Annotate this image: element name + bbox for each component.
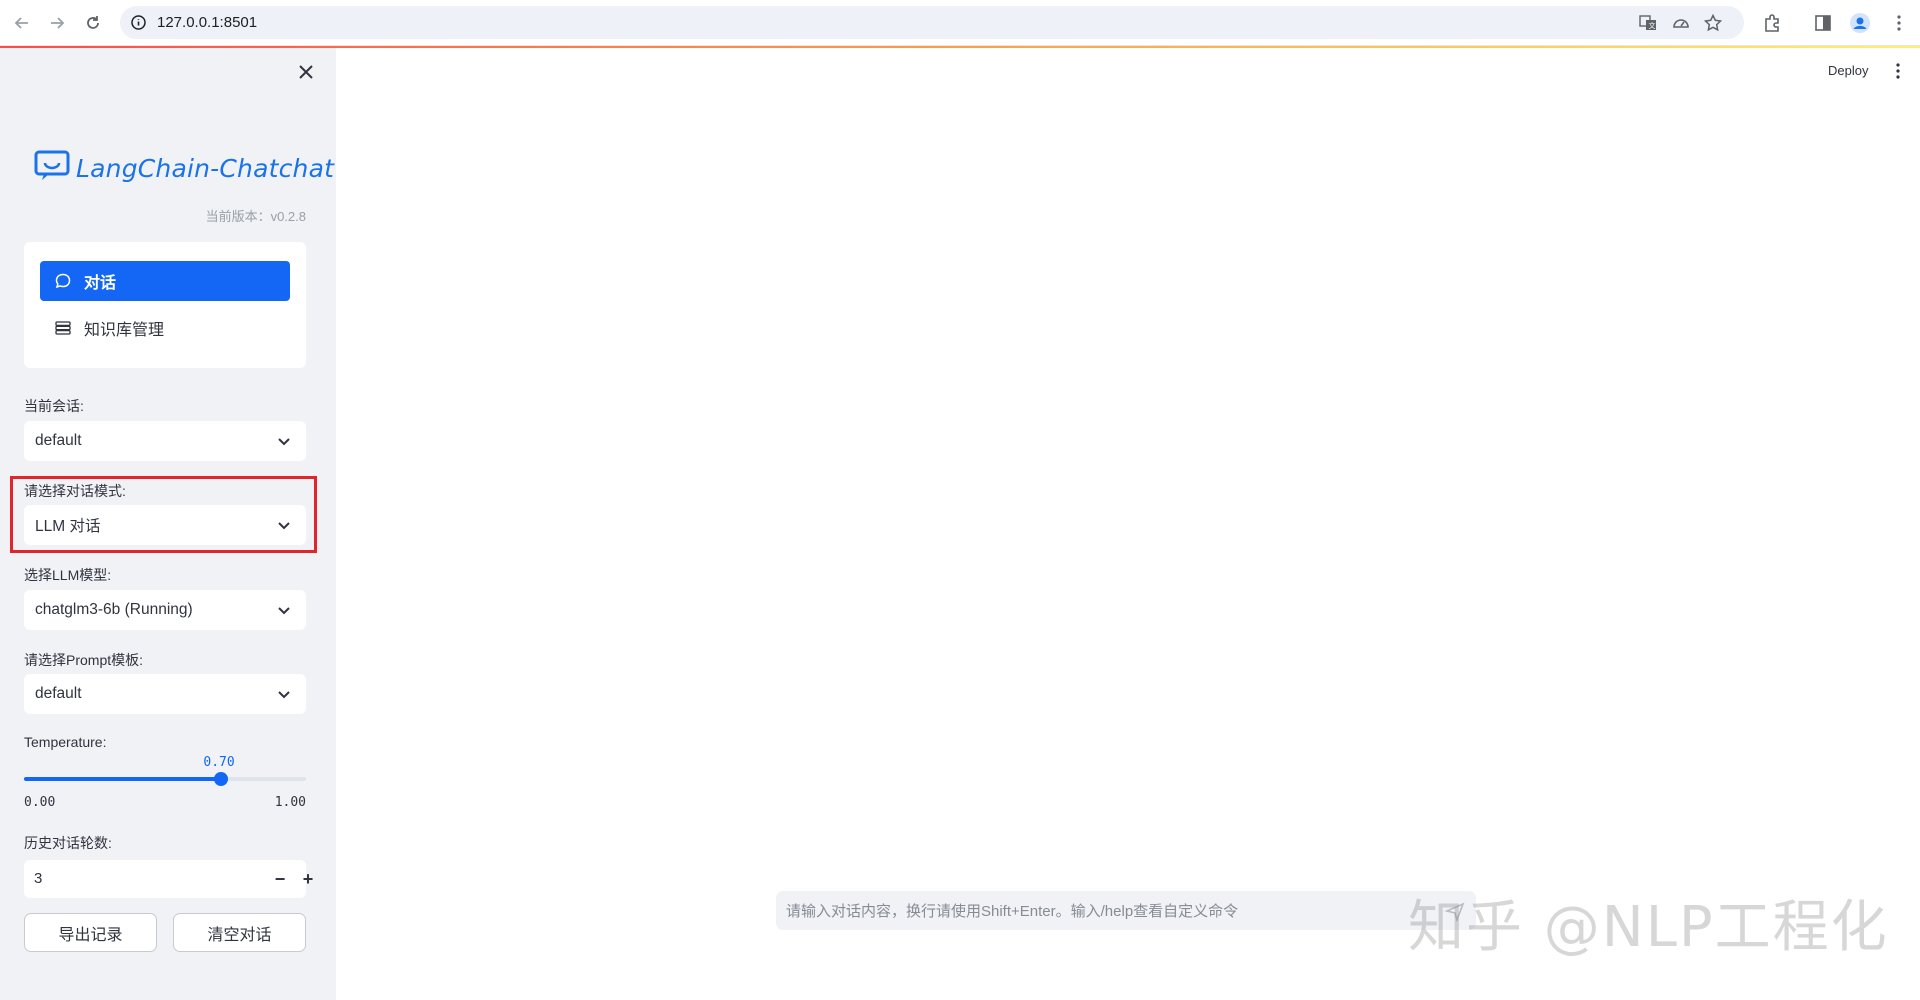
nav-menu: 对话 知识库管理	[24, 242, 306, 368]
chevron-down-icon	[276, 602, 292, 618]
star-icon[interactable]	[1703, 13, 1723, 33]
close-sidebar-icon[interactable]	[296, 62, 316, 82]
address-bar[interactable]: 127.0.0.1:8501 文	[120, 6, 1744, 39]
chat-input-placeholder: 请输入对话内容，换行请使用Shift+Enter。输入/help查看自定义命令	[786, 903, 1239, 920]
temperature-value: 0.70	[203, 755, 235, 770]
prompt-template-select[interactable]: default	[24, 674, 306, 714]
performance-icon[interactable]	[1671, 13, 1691, 33]
session-select[interactable]: default	[24, 421, 306, 461]
dialogue-mode-value: LLM 对话	[35, 518, 101, 535]
slider-track[interactable]	[24, 772, 306, 786]
reload-icon[interactable]	[81, 11, 105, 35]
chevron-down-icon	[276, 517, 292, 533]
main-menu-icon[interactable]	[1890, 61, 1906, 81]
extensions-icon[interactable]	[1762, 12, 1784, 34]
chat-logo-icon	[34, 150, 70, 187]
nav-item-chat[interactable]: 对话	[40, 261, 290, 301]
chevron-down-icon	[276, 686, 292, 702]
increment-button[interactable]: +	[296, 860, 320, 898]
prompt-template-label: 请选择Prompt模板:	[24, 652, 144, 668]
session-label: 当前会话:	[24, 398, 84, 414]
browser-toolbar: 127.0.0.1:8501 文	[0, 0, 1920, 46]
dialogue-mode-select[interactable]: LLM 对话	[24, 505, 306, 545]
chat-bubble-icon	[54, 272, 72, 290]
slider-fill	[24, 777, 222, 781]
profile-icon[interactable]	[1849, 12, 1871, 34]
svg-text:文: 文	[1649, 21, 1656, 30]
slider-min: 0.00	[24, 795, 56, 810]
app-name: LangChain-Chatchat	[76, 154, 335, 183]
history-rounds-stepper: 3 − +	[24, 860, 313, 898]
prompt-template-value: default	[35, 685, 82, 702]
clear-chat-button[interactable]: 清空对话	[173, 913, 306, 952]
forward-icon[interactable]	[45, 11, 69, 35]
watermark: 知乎 @NLP工程化	[1408, 895, 1889, 960]
slider-thumb[interactable]	[214, 772, 229, 786]
llm-model-select[interactable]: chatglm3-6b (Running)	[24, 590, 306, 630]
info-icon[interactable]	[130, 14, 147, 31]
deploy-button[interactable]: Deploy	[1828, 63, 1868, 78]
chat-input[interactable]: 请输入对话内容，换行请使用Shift+Enter。输入/help查看自定义命令	[776, 891, 1476, 930]
session-value: default	[35, 432, 82, 449]
history-rounds-input[interactable]: 3	[34, 870, 42, 887]
temperature-label: Temperature:	[24, 734, 107, 750]
database-icon	[54, 319, 72, 337]
app-logo: LangChain-Chatchat	[34, 150, 334, 187]
nav-item-knowledge-base-label: 知识库管理	[84, 322, 165, 339]
nav-item-chat-label: 对话	[84, 275, 117, 292]
back-icon[interactable]	[10, 11, 34, 35]
version-text: 当前版本：v0.2.8	[205, 209, 306, 224]
url-text[interactable]: 127.0.0.1:8501	[157, 14, 257, 31]
chevron-down-icon	[276, 433, 292, 449]
temperature-slider[interactable]: 0.70 0.00 1.00	[24, 755, 306, 815]
export-button[interactable]: 导出记录	[24, 913, 157, 952]
chrome-menu-icon[interactable]	[1888, 12, 1910, 34]
dialogue-mode-label: 请选择对话模式:	[24, 483, 126, 499]
translate-icon[interactable]: 文	[1638, 13, 1658, 33]
history-rounds-label: 历史对话轮数:	[24, 835, 112, 851]
llm-model-value: chatglm3-6b (Running)	[35, 601, 193, 618]
slider-max: 1.00	[274, 795, 306, 810]
side-panel-icon[interactable]	[1812, 12, 1834, 34]
decrement-button[interactable]: −	[264, 860, 296, 898]
llm-model-label: 选择LLM模型:	[24, 567, 112, 583]
nav-item-knowledge-base[interactable]: 知识库管理	[40, 308, 290, 348]
